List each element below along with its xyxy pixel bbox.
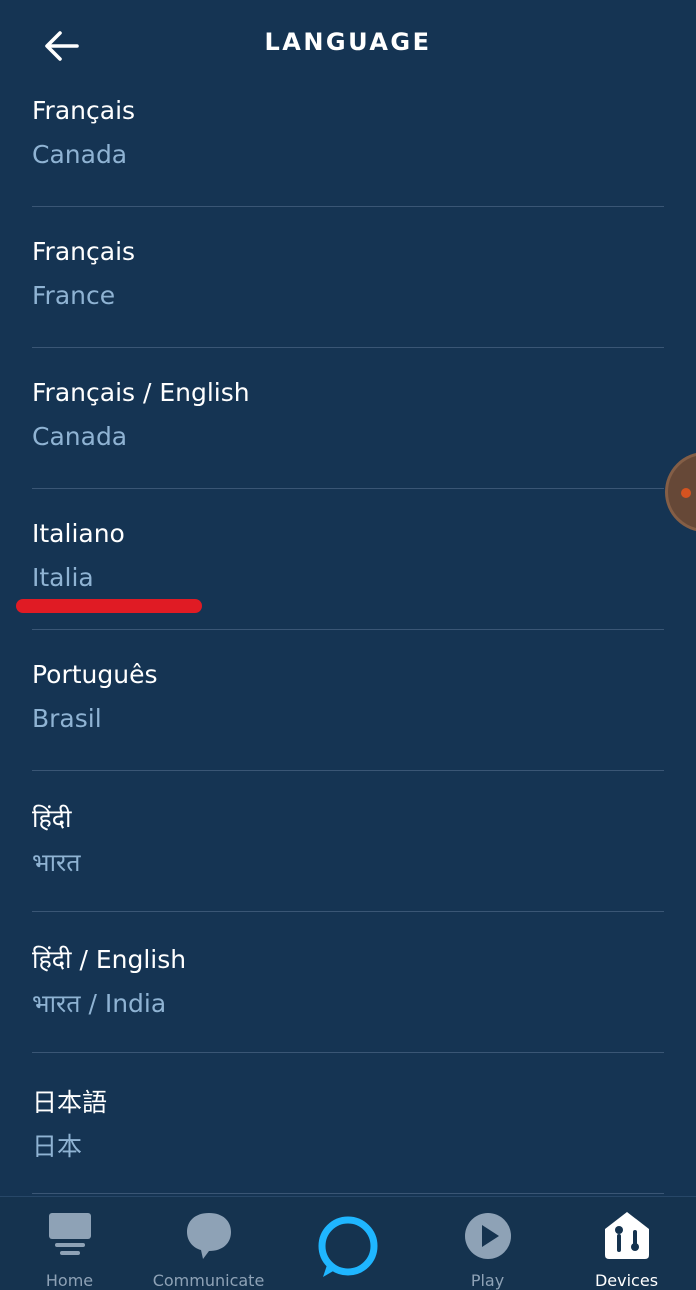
language-region: भारत (32, 848, 81, 877)
language-item-hindi-bharat[interactable]: हिंदी भारत (32, 771, 664, 912)
language-region: Italia (32, 563, 94, 592)
language-name: Français (32, 96, 136, 125)
nav-communicate[interactable]: Communicate (139, 1197, 278, 1290)
highlight-underline (16, 599, 202, 613)
alexa-ring-icon (318, 1216, 378, 1277)
language-item-francais-canada[interactable]: Français Canada (32, 92, 664, 207)
language-item-japanese-japan[interactable]: 日本語 日本 (32, 1053, 664, 1194)
nav-alexa[interactable] (278, 1197, 418, 1290)
language-region: Canada (32, 140, 128, 169)
language-name: हिंदी / English (32, 945, 187, 974)
language-list: Français Canada Français France Français… (0, 92, 696, 1196)
home-icon (48, 1213, 91, 1255)
language-name: 日本語 (32, 1088, 108, 1117)
nav-home[interactable]: Home (0, 1197, 139, 1290)
devices-icon (604, 1212, 649, 1259)
language-item-francais-english-canada[interactable]: Français / English Canada (32, 348, 664, 489)
play-icon (464, 1213, 511, 1259)
language-region: Brasil (32, 704, 102, 733)
nav-play[interactable]: Play (418, 1197, 557, 1290)
nav-label: Home (45, 1271, 94, 1290)
header: LANGUAGE (0, 0, 696, 92)
language-name: Français / English (32, 378, 250, 407)
language-name: हिंदी (32, 804, 72, 833)
language-region: France (32, 281, 116, 310)
page-title: LANGUAGE (264, 28, 432, 56)
language-item-hindi-english-india[interactable]: हिंदी / English भारत / India (32, 912, 664, 1053)
chat-bubble-icon (186, 1213, 231, 1259)
language-item-italiano-italia[interactable]: Italiano Italia (16, 489, 664, 630)
nav-devices[interactable]: Devices (557, 1197, 696, 1290)
language-region: Canada (32, 422, 128, 451)
nav-label: Devices (594, 1271, 659, 1290)
nav-label: Communicate (152, 1271, 265, 1290)
nav-label: Play (470, 1271, 505, 1290)
language-item-francais-france[interactable]: Français France (32, 207, 664, 348)
language-name: Français (32, 237, 136, 266)
bubble-dot (681, 488, 691, 498)
language-name: Italiano (32, 519, 125, 548)
language-region: भारत / India (32, 989, 167, 1018)
language-name: Português (32, 660, 158, 689)
bottom-nav: Home Communicate Play Devices (0, 1196, 696, 1290)
language-item-portugues-brasil[interactable]: Português Brasil (32, 630, 664, 771)
language-region: 日本 (32, 1132, 83, 1161)
app-screen: LANGUAGE Français Canada Français France… (0, 0, 696, 1290)
